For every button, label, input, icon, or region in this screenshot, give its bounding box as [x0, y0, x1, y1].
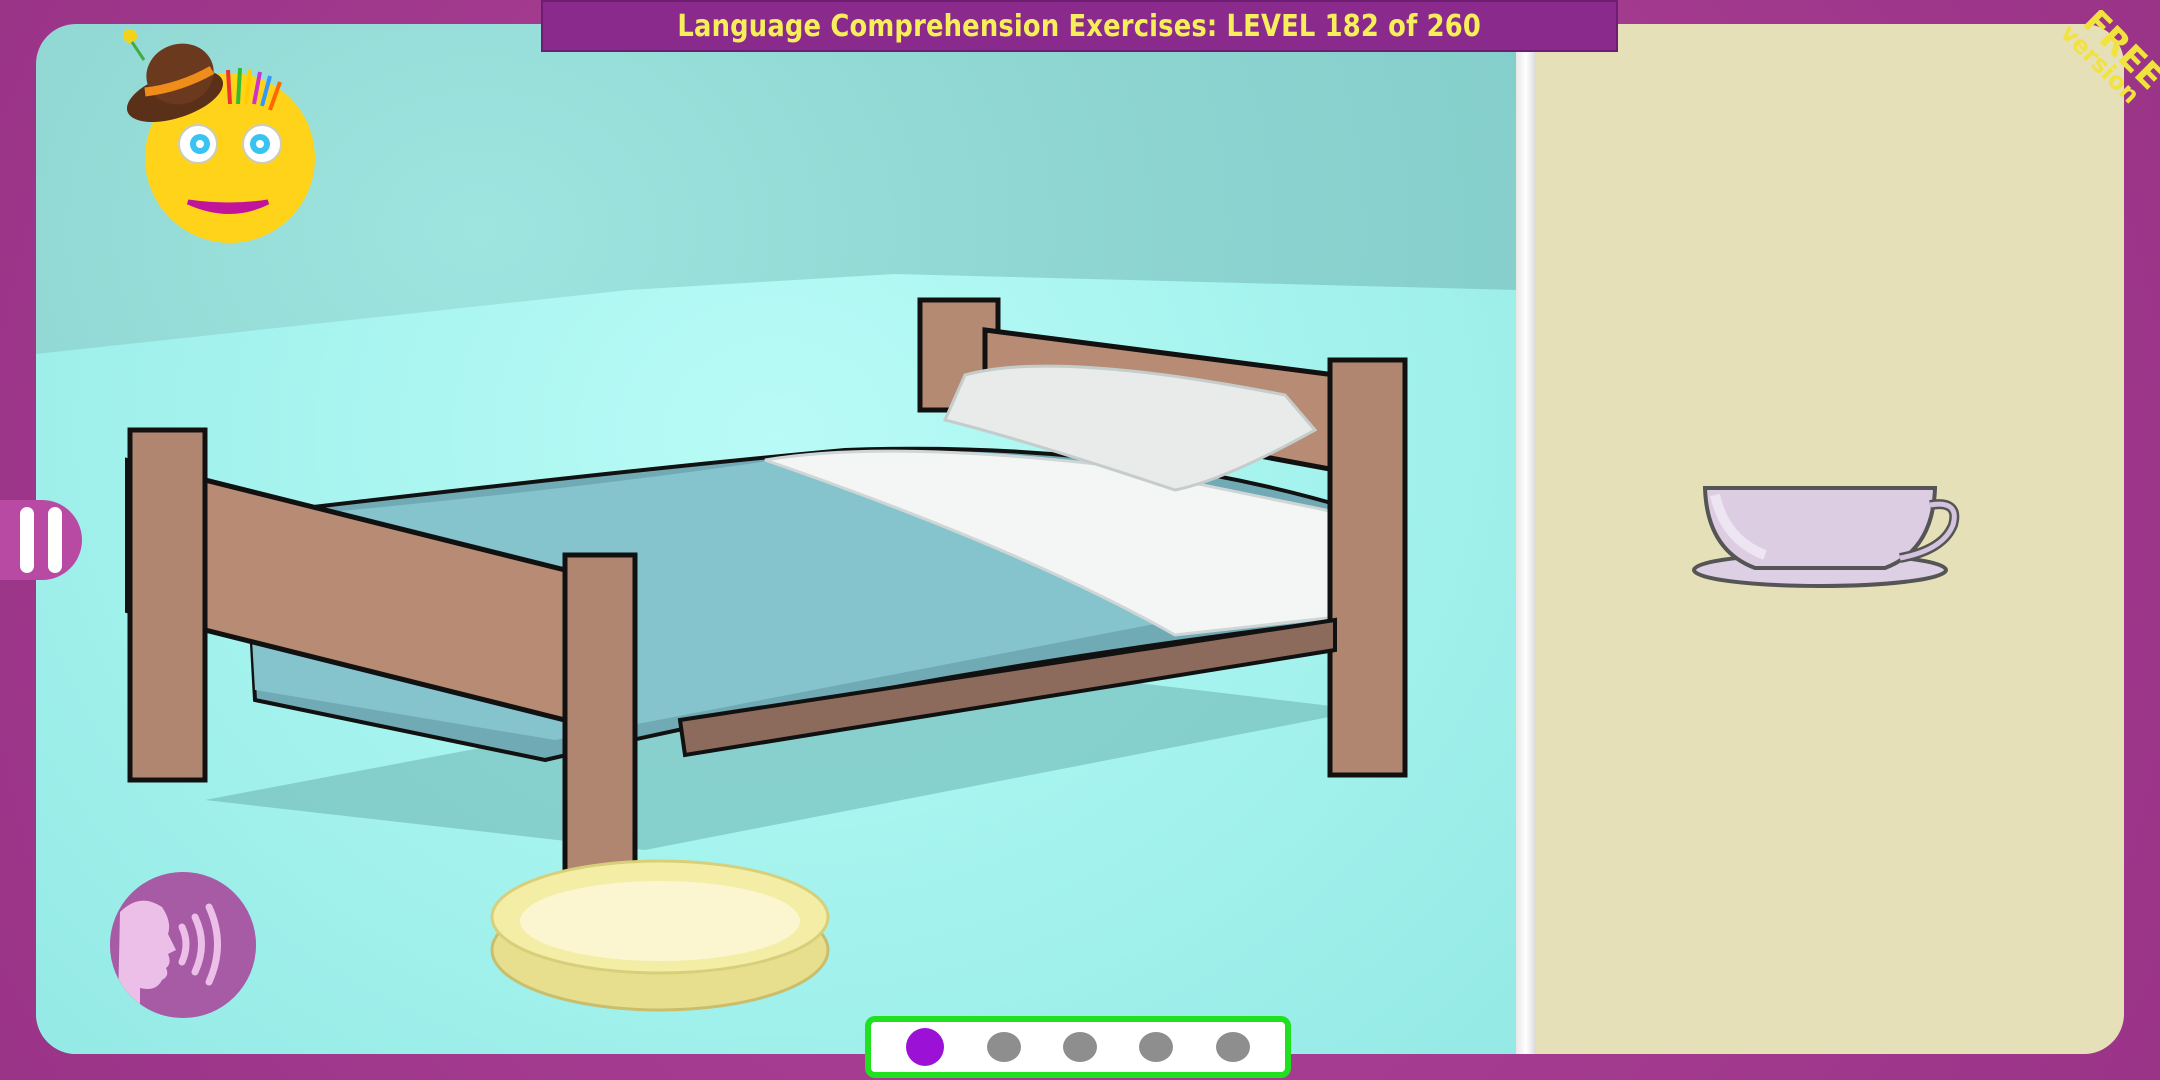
pause-bar-right: [48, 507, 62, 573]
level-title: Language Comprehension Exercises: LEVEL …: [677, 8, 1482, 44]
pause-bar-left: [20, 507, 34, 573]
bowl-image[interactable]: [485, 855, 835, 1015]
progress-dot-2: [986, 1032, 1021, 1062]
pause-button[interactable]: [0, 500, 82, 580]
progress-indicator: [865, 1016, 1291, 1078]
cup-image[interactable]: [1685, 480, 1960, 600]
speak-audio-button[interactable]: [110, 872, 256, 1018]
progress-dot-5: [1215, 1032, 1250, 1062]
bed-image[interactable]: [125, 290, 1425, 890]
title-bar: Language Comprehension Exercises: LEVEL …: [541, 0, 1618, 52]
panel-divider: [1516, 24, 1536, 1054]
free-version-badge: FREE version: [2030, 10, 2160, 130]
progress-dot-1: [906, 1028, 945, 1066]
smiley-mascot-icon: [123, 29, 315, 243]
progress-dot-3: [1062, 1032, 1097, 1062]
progress-dot-4: [1139, 1032, 1174, 1062]
